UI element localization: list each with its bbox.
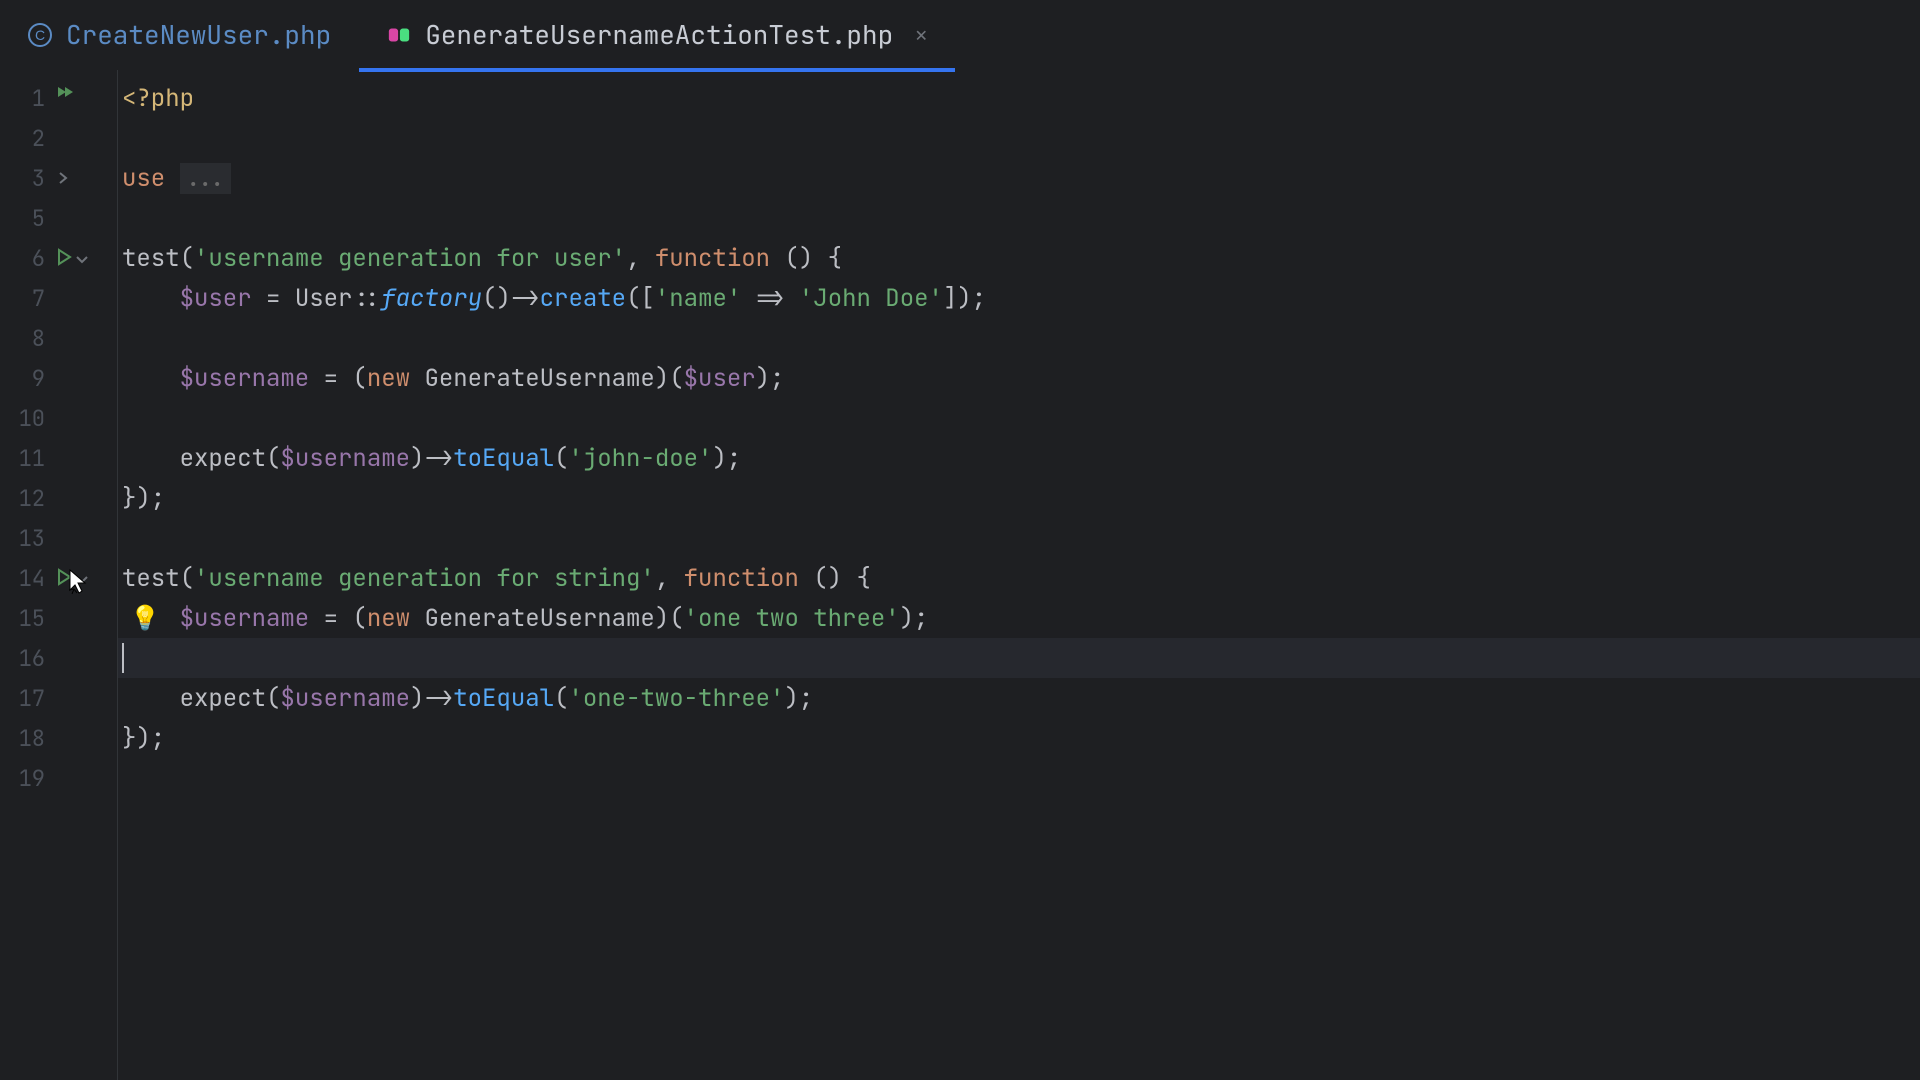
code-line-current[interactable] [118,638,1920,678]
code-line[interactable] [118,198,1920,238]
tab-bar: C CreateNewUser.php GenerateUsernameActi… [0,0,1920,70]
tab-label: CreateNewUser.php [66,17,331,52]
gutter: 1 2 3 5 6 7 8 9 10 11 12 13 14 15 16 17 [0,70,118,1080]
file-icon: C [28,23,52,47]
svg-text:C: C [35,27,45,43]
run-icon[interactable] [55,243,73,274]
code-line[interactable] [118,518,1920,558]
code-line[interactable]: test('username generation for user', fun… [118,238,1920,278]
gutter-line[interactable]: 9 [0,358,117,398]
folded-text[interactable]: ... [180,163,231,194]
code-line[interactable]: expect($username)->toEqual('one-two-thre… [118,678,1920,718]
close-icon[interactable]: ✕ [915,22,927,48]
fold-closed-icon[interactable] [55,163,71,194]
gutter-line[interactable]: 13 [0,518,117,558]
gutter-line[interactable]: 6 [0,238,117,278]
gutter-line[interactable]: 14 [0,558,117,598]
gutter-line[interactable]: 1 [0,78,117,118]
gutter-line[interactable]: 16 [0,638,117,678]
gutter-line[interactable]: 15 [0,598,117,638]
code-line[interactable]: test('username generation for string', f… [118,558,1920,598]
gutter-line[interactable]: 5 [0,198,117,238]
code-line[interactable]: }); [118,718,1920,758]
run-all-icon[interactable] [55,83,77,114]
gutter-line[interactable]: 11 [0,438,117,478]
editor: 1 2 3 5 6 7 8 9 10 11 12 13 14 15 16 17 [0,70,1920,1080]
gutter-line[interactable]: 17 [0,678,117,718]
code-line[interactable]: 💡 $username = (new GenerateUsername)('on… [118,598,1920,638]
gutter-line[interactable]: 2 [0,118,117,158]
gutter-line[interactable]: 7 [0,278,117,318]
code-line[interactable] [118,398,1920,438]
gutter-line[interactable]: 8 [0,318,117,358]
code-line[interactable] [118,318,1920,358]
code-line[interactable]: $username = (new GenerateUsername)($user… [118,358,1920,398]
gutter-line[interactable]: 10 [0,398,117,438]
pest-icon [387,23,411,47]
code-line[interactable] [118,758,1920,798]
gutter-line[interactable]: 18 [0,718,117,758]
code-line[interactable]: <?php [118,78,1920,118]
gutter-line[interactable]: 12 [0,478,117,518]
chevron-down-icon[interactable] [75,243,89,274]
gutter-line[interactable]: 19 [0,758,117,798]
tab-label: GenerateUsernameActionTest.php [425,17,893,52]
gutter-line[interactable]: 3 [0,158,117,198]
code-area[interactable]: <?php use ... test('username generation … [118,70,1920,1080]
code-line[interactable]: expect($username)->toEqual('john-doe'); [118,438,1920,478]
tab-generate-username-test[interactable]: GenerateUsernameActionTest.php ✕ [359,0,955,69]
intention-bulb-icon[interactable]: 💡 [130,603,160,634]
code-line[interactable] [118,118,1920,158]
code-line[interactable]: }); [118,478,1920,518]
text-caret [122,643,124,673]
chevron-down-icon[interactable] [75,563,89,594]
run-icon[interactable] [55,563,73,594]
code-line[interactable]: use ... [118,158,1920,198]
tab-create-new-user[interactable]: C CreateNewUser.php [0,0,359,69]
code-line[interactable]: $user = User::factory()->create(['name' … [118,278,1920,318]
